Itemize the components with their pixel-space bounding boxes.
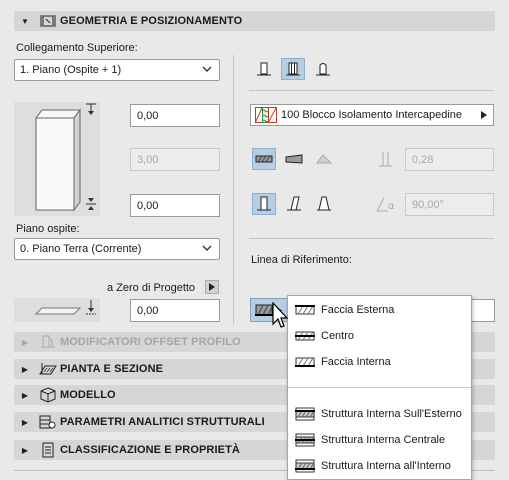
analytic-structure-icon xyxy=(36,414,60,430)
project-zero-menu-button[interactable] xyxy=(205,280,219,294)
core-interior-icon xyxy=(292,459,318,473)
ref-option-interior-face[interactable]: Faccia Interna xyxy=(292,351,470,373)
project-zero-preview xyxy=(14,298,100,324)
wall-polygonal-button xyxy=(312,148,336,170)
reference-line-label: Linea di Riferimento: xyxy=(251,254,352,266)
core-center-icon xyxy=(292,433,318,447)
section-model-title: MODELLO xyxy=(60,389,116,401)
geometry-section-icon xyxy=(36,14,60,28)
ref-option-core-exterior[interactable]: Struttura Interna Sull'Esterno xyxy=(292,403,470,425)
home-story-value: 0. Piano Terra (Corrente) xyxy=(20,243,142,255)
center-line-icon xyxy=(292,330,318,342)
chevron-down-icon xyxy=(202,245,212,251)
home-story-dropdown[interactable]: 0. Piano Terra (Corrente) xyxy=(14,238,220,260)
section-offset-title: MODIFICATORI OFFSET PROFILO xyxy=(60,336,241,348)
double-slanted-wall-icon xyxy=(317,196,331,211)
collapse-triangle-icon[interactable]: ▼ xyxy=(14,17,36,26)
expand-triangle-icon[interactable]: ▶ xyxy=(14,446,36,455)
structure-basic-button[interactable] xyxy=(252,58,276,80)
polygonal-wall-icon xyxy=(316,154,333,164)
composite-selector[interactable]: 100 Blocco Isolamento Intercapedine xyxy=(250,104,494,126)
expand-triangle-icon[interactable]: ▶ xyxy=(14,391,36,400)
wall-trapezoid-button[interactable] xyxy=(282,148,306,170)
expand-triangle-icon: ▶ xyxy=(21,337,29,347)
reference-offset-field[interactable] xyxy=(470,299,495,322)
structure-composite-button[interactable] xyxy=(281,58,305,80)
composite-pattern-icon xyxy=(251,107,281,123)
section-geometry-title: GEOMETRIA E POSIZIONAMENTO xyxy=(60,15,243,27)
top-offset-field[interactable]: 0,00 xyxy=(130,104,220,127)
wall-vertical-button[interactable] xyxy=(252,193,276,215)
home-story-label: Piano ospite: xyxy=(16,223,80,235)
wall-slanted-button[interactable] xyxy=(282,193,306,215)
top-link-label: Collegamento Superiore: xyxy=(16,42,138,54)
section-classification-title: CLASSIFICAZIONE E PROPRIETÀ xyxy=(60,444,240,456)
thickness-field: 0,28 xyxy=(405,148,494,171)
project-zero-label: a Zero di Progetto xyxy=(107,282,196,294)
reference-line-icon xyxy=(255,304,273,316)
core-exterior-icon xyxy=(292,407,318,421)
section-geometry-header[interactable]: ▼ GEOMETRIA E POSIZIONAMENTO xyxy=(14,11,495,31)
ref-option-core-interior[interactable]: Struttura Interna all'Interno xyxy=(292,455,470,477)
triangle-right-icon xyxy=(209,283,215,291)
project-zero-field[interactable]: 0,00 xyxy=(130,299,220,322)
basic-wall-icon xyxy=(257,62,271,76)
wall-height-preview xyxy=(14,100,100,218)
exterior-face-icon xyxy=(292,304,318,316)
chevron-down-icon xyxy=(202,66,212,72)
ref-option-core-center[interactable]: Struttura Interna Centrale xyxy=(292,429,470,451)
classification-document-icon xyxy=(36,442,60,458)
right-divider-top xyxy=(249,90,494,91)
top-link-value: 1. Piano (Ospite + 1) xyxy=(20,64,122,76)
slanted-wall-icon xyxy=(287,196,301,211)
svg-text:α: α xyxy=(388,201,395,212)
composite-wall-icon xyxy=(286,62,300,76)
offset-modifier-icon xyxy=(36,335,60,349)
section-plan-title: PIANTA E SEZIONE xyxy=(60,363,164,375)
interior-face-icon xyxy=(292,356,318,368)
ref-option-exterior-face[interactable]: Faccia Esterna xyxy=(292,299,470,321)
mouse-cursor-icon xyxy=(272,301,289,330)
trapezoid-wall-icon xyxy=(285,154,303,164)
model-cube-icon xyxy=(36,387,60,403)
ref-option-center[interactable]: Centro xyxy=(292,325,470,347)
wall-double-slanted-button[interactable] xyxy=(312,193,336,215)
column-divider xyxy=(233,55,234,325)
profile-wall-icon xyxy=(316,63,330,76)
triangle-right-icon xyxy=(481,111,487,119)
expand-triangle-icon[interactable]: ▶ xyxy=(14,418,36,427)
thickness-icon xyxy=(374,150,400,170)
wall-height-field: 3,00 xyxy=(130,148,220,171)
right-divider-bottom xyxy=(249,238,494,239)
top-link-dropdown[interactable]: 1. Piano (Ospite + 1) xyxy=(14,59,220,81)
vertical-wall-icon xyxy=(257,196,271,211)
section-analytic-title: PARAMETRI ANALITICI STRUTTURALI xyxy=(60,416,265,428)
structure-profile-button[interactable] xyxy=(311,58,335,80)
angle-field: 90,00° xyxy=(405,193,494,216)
wall-straight-button[interactable] xyxy=(252,148,276,170)
composite-value: 100 Blocco Isolamento Intercapedine xyxy=(281,109,463,121)
straight-wall-icon xyxy=(255,155,273,163)
popup-separator xyxy=(288,387,471,388)
plan-section-icon xyxy=(36,362,60,376)
expand-triangle-icon[interactable]: ▶ xyxy=(14,365,36,374)
bottom-offset-field[interactable]: 0,00 xyxy=(130,194,220,217)
reference-line-popup: Faccia Esterna Centro Faccia Interna Str… xyxy=(287,295,472,480)
angle-icon: α xyxy=(374,195,400,215)
